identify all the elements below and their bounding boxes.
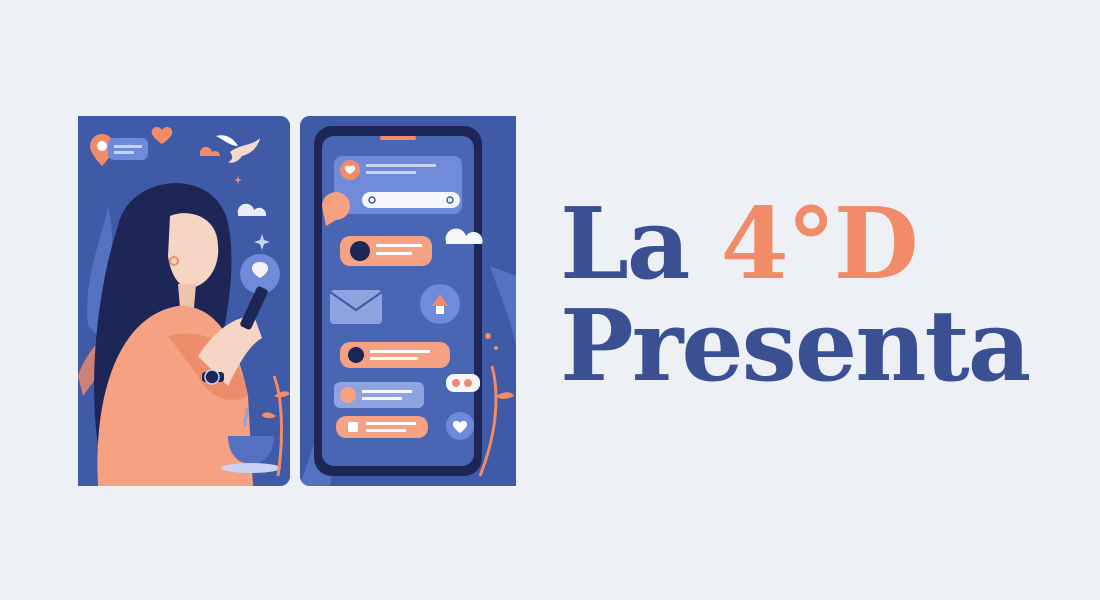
- heart-icon: [340, 160, 360, 180]
- envelope-icon: [329, 290, 383, 324]
- map-pin-icon: [420, 284, 460, 324]
- woman-with-phone-illustration: [78, 116, 290, 486]
- headline-word-4d: 4°D: [720, 187, 919, 302]
- headline-line-2: Presenta: [560, 289, 1031, 404]
- hero-illustration: [78, 116, 516, 486]
- search-bar: [362, 192, 460, 208]
- headline-word-la: La: [560, 187, 690, 302]
- headline-line-1: La 4°D: [560, 196, 1060, 294]
- heart-badge-icon: [446, 412, 474, 440]
- headline: La 4°D Presenta: [560, 196, 1060, 396]
- phone-chat-illustration: [300, 116, 516, 486]
